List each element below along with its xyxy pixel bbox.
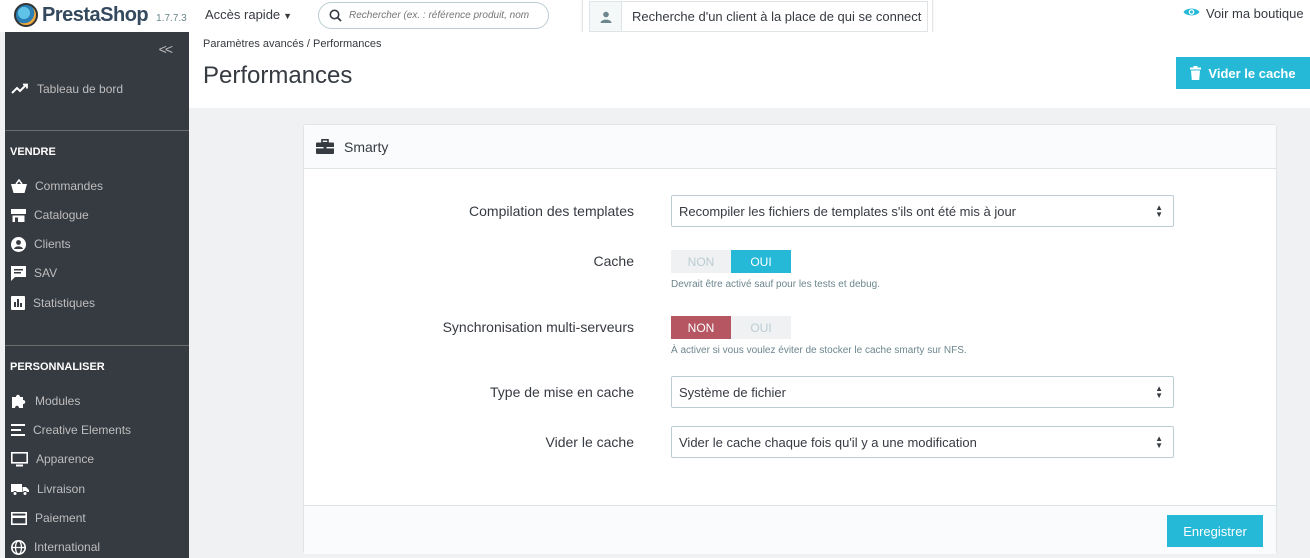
- sidebar-item-dashboard[interactable]: Tableau de bord: [5, 76, 189, 102]
- sidebar-item-label: Catalogue: [34, 208, 89, 222]
- sidebar: << Tableau de bord VENDRE Commandes Cata…: [5, 32, 189, 558]
- breadcrumb: Paramètres avancés / Performances: [203, 38, 382, 50]
- sidebar-item-label: International: [34, 540, 101, 554]
- view-shop-link[interactable]: Voir ma boutique: [1183, 6, 1304, 21]
- globe-icon: [11, 539, 26, 555]
- search-input[interactable]: [349, 10, 539, 21]
- sidebar-item-creative-elements[interactable]: Creative Elements: [5, 417, 189, 443]
- compilation-select[interactable]: Recompiler les fichiers de templates s'i…: [671, 195, 1174, 227]
- compilation-label: Compilation des templates: [469, 203, 634, 219]
- clear-cache-button[interactable]: Vider le cache: [1176, 57, 1310, 89]
- version-label: 1.7.7.3: [156, 12, 187, 24]
- view-shop-label: Voir ma boutique: [1206, 6, 1304, 21]
- sidebar-item-label: Modules: [35, 394, 81, 408]
- cache-type-label: Type de mise en cache: [490, 384, 634, 400]
- trash-icon: [1190, 66, 1202, 80]
- sidebar-item-international[interactable]: International: [5, 534, 189, 558]
- chat-icon: [11, 265, 26, 281]
- save-button[interactable]: Enregistrer: [1167, 515, 1263, 547]
- card-title: Smarty: [344, 138, 389, 155]
- sync-label: Synchronisation multi-serveurs: [442, 319, 634, 335]
- sync-off-option[interactable]: NON: [671, 316, 731, 339]
- prestashop-logo[interactable]: PrestaShop 1.7.7.3: [14, 3, 187, 27]
- sidebar-section-customize: PERSONNALISER: [10, 361, 105, 373]
- sync-on-option[interactable]: OUI: [731, 316, 791, 339]
- sidebar-item-payment[interactable]: Paiement: [5, 505, 189, 531]
- smarty-card: Smarty Compilation des templates Recompi…: [303, 124, 1277, 554]
- cache-type-select[interactable]: Système de fichier ▲ ▼: [671, 376, 1174, 408]
- sidebar-item-orders[interactable]: Commandes: [5, 173, 189, 199]
- menu-lines-icon: [11, 424, 25, 436]
- clear-cache-label: Vider le cache: [1208, 65, 1296, 81]
- sidebar-item-label: Apparence: [36, 452, 95, 466]
- search-bar[interactable]: [318, 2, 549, 29]
- puzzle-icon: [12, 394, 26, 408]
- cache-label: Cache: [593, 253, 634, 269]
- logo-text: PrestaShop: [42, 3, 149, 26]
- sidebar-item-appearance[interactable]: Apparence: [5, 446, 189, 472]
- sidebar-item-statistics[interactable]: Statistiques: [5, 290, 189, 316]
- sidebar-item-label: Paiement: [35, 511, 86, 525]
- caret-down-icon: ▼: [283, 11, 293, 21]
- cache-off-option[interactable]: NON: [671, 250, 731, 273]
- page-title: Performances: [203, 62, 353, 89]
- sync-toggle[interactable]: NON OUI: [671, 316, 791, 339]
- cache-on-option[interactable]: OUI: [731, 250, 791, 273]
- briefcase-icon: [316, 139, 334, 154]
- account-circle-icon: [11, 236, 26, 252]
- clear-cache-select[interactable]: Vider le cache chaque fois qu'il y a une…: [671, 426, 1174, 458]
- sidebar-item-support[interactable]: SAV: [5, 260, 189, 286]
- customer-search-input[interactable]: Recherche d'un client à la place de qui …: [622, 9, 922, 24]
- store-icon: [11, 208, 26, 222]
- sidebar-item-shipping[interactable]: Livraison: [5, 476, 189, 502]
- select-arrows-icon: ▲ ▼: [1155, 434, 1163, 450]
- desktop-icon: [11, 451, 28, 466]
- sidebar-item-modules[interactable]: Modules: [5, 388, 189, 414]
- select-arrows-icon: ▲ ▼: [1155, 203, 1163, 219]
- sidebar-divider: [5, 345, 189, 346]
- sidebar-section-sell: VENDRE: [10, 146, 56, 158]
- search-icon: [329, 9, 342, 22]
- sidebar-item-label: Livraison: [37, 482, 86, 496]
- sidebar-divider: [5, 130, 189, 131]
- collapse-sidebar-icon[interactable]: <<: [159, 41, 173, 57]
- credit-card-icon: [11, 511, 27, 525]
- sync-help-text: À activer si vous voulez éviter de stock…: [671, 345, 967, 356]
- truck-icon: [11, 483, 29, 496]
- clear-cache-value: Vider le cache chaque fois qu'il y a une…: [679, 434, 977, 450]
- compilation-value: Recompiler les fichiers de templates s'i…: [679, 203, 1017, 219]
- shopping-basket-icon: [11, 179, 27, 193]
- bar-chart-icon: [11, 296, 25, 310]
- quick-access-dropdown[interactable]: Accès rapide ▼: [205, 7, 292, 22]
- sidebar-item-label: Clients: [34, 237, 71, 251]
- sidebar-item-catalog[interactable]: Catalogue: [5, 202, 189, 228]
- cache-toggle[interactable]: NON OUI: [671, 250, 791, 273]
- customer-search-field[interactable]: Recherche d'un client à la place de qui …: [589, 1, 928, 32]
- user-icon: [590, 2, 622, 31]
- card-header: Smarty: [304, 125, 1276, 169]
- sidebar-item-label: SAV: [34, 266, 58, 280]
- sidebar-item-label: Commandes: [35, 179, 104, 193]
- cache-help-text: Devrait être activé sauf pour les tests …: [671, 279, 880, 290]
- sidebar-item-customers[interactable]: Clients: [5, 231, 189, 257]
- sidebar-item-label: Statistiques: [33, 296, 96, 310]
- cache-type-value: Système de fichier: [679, 384, 786, 400]
- trending-up-icon: [11, 83, 28, 94]
- eye-icon: [1183, 6, 1200, 21]
- prestashop-logo-icon: [14, 3, 38, 27]
- sidebar-item-label: Creative Elements: [33, 423, 132, 437]
- select-arrows-icon: ▲ ▼: [1155, 384, 1163, 400]
- sidebar-item-label: Tableau de bord: [37, 82, 124, 96]
- card-footer: Enregistrer: [304, 505, 1276, 554]
- clear-cache-label: Vider le cache: [545, 434, 634, 450]
- quick-access-label: Accès rapide: [205, 7, 281, 22]
